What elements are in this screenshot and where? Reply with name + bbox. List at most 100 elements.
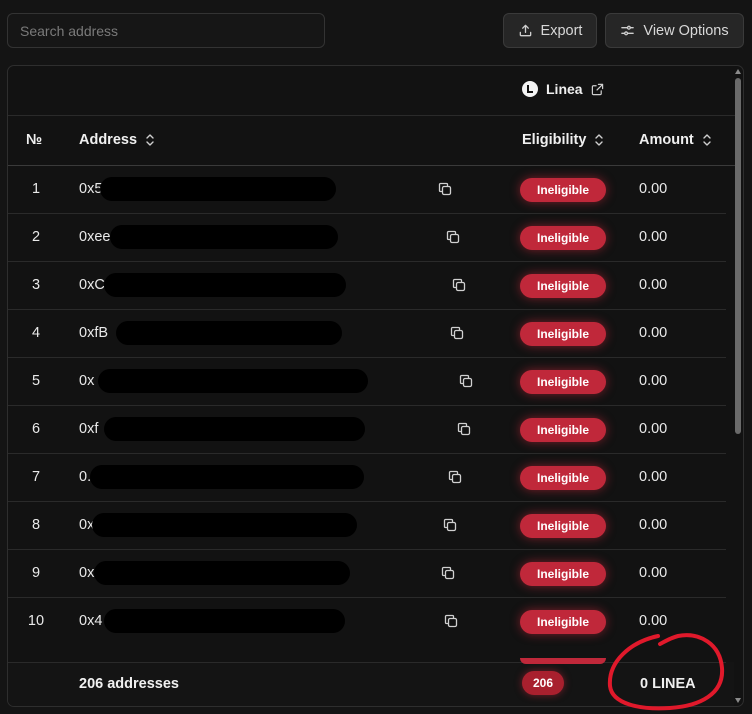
row-number: 9: [31, 565, 41, 581]
address-text: 0x: [79, 565, 95, 581]
table-footer: 206 addresses 206 0 LINEA: [8, 658, 734, 706]
eligible-count-badge: 206: [522, 671, 564, 695]
scrollbar[interactable]: [733, 66, 743, 706]
amount-value: 0.00: [639, 325, 668, 341]
scroll-thumb[interactable]: [735, 78, 741, 434]
row-number: 7: [31, 469, 41, 485]
chain-header: Linea: [8, 66, 734, 115]
copy-icon[interactable]: [448, 470, 462, 484]
status-badge: Ineligible: [520, 178, 606, 202]
table-row[interactable]: 3 0xC Ineligible 0.00: [8, 262, 734, 310]
row-number: 3: [31, 277, 41, 293]
amount-value: 0.00: [639, 229, 668, 245]
address-text: 0x5: [79, 181, 103, 197]
view-options-button[interactable]: View Options: [605, 13, 744, 48]
redaction-mark: [104, 417, 365, 441]
copy-icon[interactable]: [444, 614, 458, 628]
sliders-icon: [621, 25, 635, 36]
amount-value: 0.00: [639, 613, 668, 629]
table-row[interactable]: 4 0xfB Ineligible 0.00: [8, 310, 734, 358]
row-number: 1: [31, 181, 41, 197]
table-row[interactable]: 7 0. Ineligible 0.00: [8, 454, 734, 502]
sort-icon: [146, 134, 154, 146]
table-row[interactable]: 6 0xf Ineligible 0.00: [8, 406, 734, 454]
copy-icon[interactable]: [459, 374, 473, 388]
address-count: 206 addresses: [79, 676, 179, 692]
export-label: Export: [540, 22, 583, 39]
partial-badge: [520, 658, 606, 664]
status-badge: Ineligible: [520, 466, 606, 490]
row-number: 4: [31, 325, 41, 341]
address-text: 0x: [79, 373, 95, 389]
copy-icon[interactable]: [446, 230, 460, 244]
scroll-down-arrow-icon[interactable]: [735, 698, 741, 703]
total-amount: 0 LINEA: [640, 676, 696, 692]
redaction-mark: [104, 273, 346, 297]
copy-icon[interactable]: [438, 182, 452, 196]
export-button[interactable]: Export: [503, 13, 597, 48]
redaction-mark: [100, 177, 336, 201]
external-link-icon: [591, 83, 603, 95]
amount-value: 0.00: [639, 565, 668, 581]
address-text: 0xee: [79, 229, 111, 245]
column-eligibility[interactable]: Eligibility: [522, 132, 604, 148]
copy-icon[interactable]: [457, 422, 471, 436]
status-badge: Ineligible: [520, 562, 606, 586]
address-text: 0x4: [79, 613, 103, 629]
table-row[interactable]: 9 0x Ineligible 0.00: [8, 550, 734, 598]
search-input[interactable]: [7, 13, 325, 48]
redaction-mark: [98, 369, 368, 393]
redaction-mark: [90, 465, 364, 489]
chain-name: Linea: [546, 81, 583, 97]
upload-icon: [519, 24, 531, 37]
status-badge: Ineligible: [520, 226, 606, 250]
row-number: 10: [27, 613, 45, 629]
column-headers: № Address Eligibility Amount: [8, 115, 734, 165]
copy-icon[interactable]: [443, 518, 457, 532]
column-amount[interactable]: Amount: [639, 132, 712, 148]
amount-value: 0.00: [639, 517, 668, 533]
table-row[interactable]: 2 0xee Ineligible 0.00: [8, 214, 734, 262]
status-badge: Ineligible: [520, 514, 606, 538]
column-address[interactable]: Address: [79, 132, 155, 148]
address-text: 0xfB: [79, 325, 109, 341]
copy-icon[interactable]: [441, 566, 455, 580]
table-row[interactable]: 1 0x5 Ineligible 0.00: [8, 166, 734, 214]
table-row[interactable]: 8 0x Ineligible 0.00: [8, 502, 734, 550]
addresses-table: Linea № Address Eligibility Amount 1 0x5 I…: [7, 65, 744, 707]
redaction-mark: [110, 225, 338, 249]
table-row[interactable]: 10 0x4 Ineligible 0.00: [8, 598, 734, 646]
copy-icon[interactable]: [450, 326, 464, 340]
copy-icon[interactable]: [452, 278, 466, 292]
linea-logo-icon: [522, 81, 538, 97]
status-badge: Ineligible: [520, 322, 606, 346]
status-badge: Ineligible: [520, 370, 606, 394]
amount-value: 0.00: [639, 181, 668, 197]
row-number: 5: [31, 373, 41, 389]
redaction-mark: [104, 609, 345, 633]
redaction-mark: [94, 561, 350, 585]
address-text: 0xf: [79, 421, 99, 437]
sort-icon: [703, 134, 711, 146]
redaction-mark: [92, 513, 357, 537]
column-eligibility-label: Eligibility: [522, 132, 587, 148]
status-badge: Ineligible: [520, 418, 606, 442]
amount-value: 0.00: [639, 469, 668, 485]
view-options-label: View Options: [643, 22, 729, 39]
scroll-up-arrow-icon[interactable]: [735, 69, 741, 74]
sort-icon: [595, 134, 604, 146]
column-amount-label: Amount: [639, 132, 694, 148]
amount-value: 0.00: [639, 373, 668, 389]
row-number: 2: [31, 229, 41, 245]
column-address-label: Address: [79, 132, 138, 148]
amount-value: 0.00: [639, 421, 668, 437]
table-row[interactable]: 5 0x Ineligible 0.00: [8, 358, 734, 406]
chain-link[interactable]: Linea: [522, 81, 604, 97]
amount-value: 0.00: [639, 277, 668, 293]
row-number: 6: [31, 421, 41, 437]
address-text: 0xC: [79, 277, 105, 293]
status-badge: Ineligible: [520, 610, 606, 634]
column-number: №: [26, 132, 43, 148]
redaction-mark: [116, 321, 342, 345]
status-badge: Ineligible: [520, 274, 606, 298]
